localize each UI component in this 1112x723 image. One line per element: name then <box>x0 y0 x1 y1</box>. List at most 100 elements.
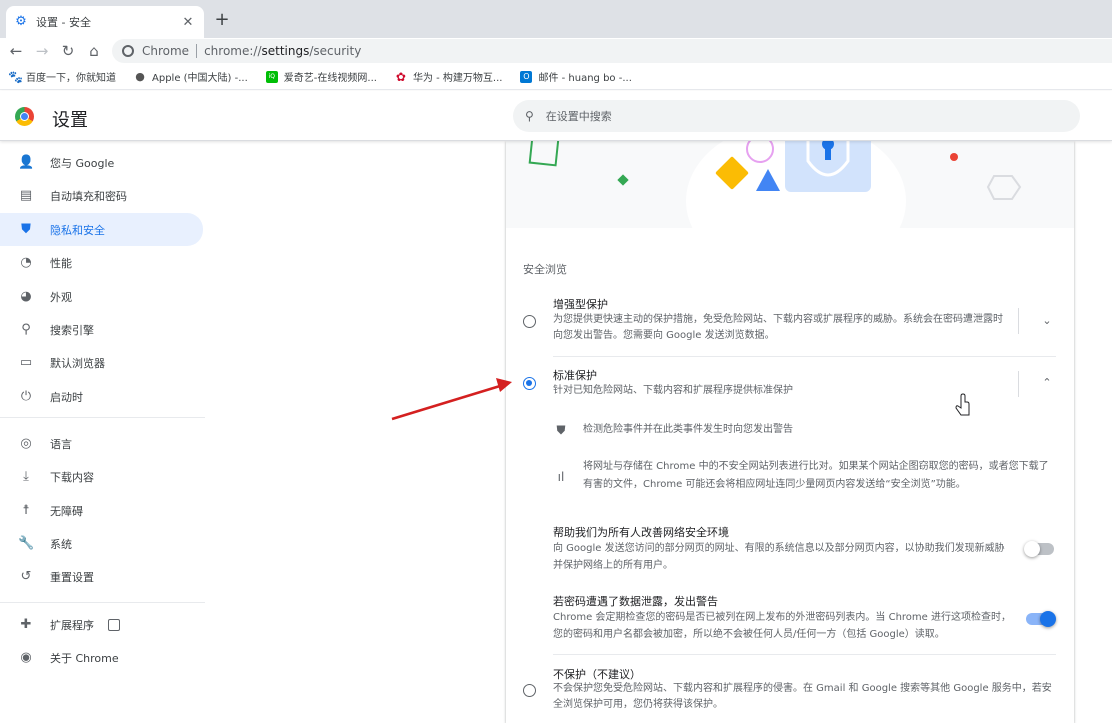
no-protection-title: 不保护（不建议） <box>553 668 641 681</box>
sidebar-item-you-and-google[interactable]: 👤 您与 Google <box>0 146 203 179</box>
sidebar-item-label: 系统 <box>50 537 72 551</box>
sidebar-item-label: 重置设置 <box>50 570 94 584</box>
red-arrow-annotation <box>391 378 512 421</box>
chrome-site-icon <box>122 45 134 57</box>
sidebar-item-label: 语言 <box>50 437 72 451</box>
apple-icon: ● <box>135 69 145 83</box>
home-icon[interactable]: ⌂ <box>84 41 104 61</box>
palette-icon: ◕ <box>20 288 32 304</box>
bookmark-label: 爱奇艺-在线视频网... <box>283 73 377 84</box>
enhanced-protection-radio[interactable] <box>523 315 536 328</box>
standard-protection-title: 标准保护 <box>553 369 597 382</box>
enhanced-protection-option[interactable]: 增强型保护 为您提供更快速主动的保护措施，免受危险网站、下载内容或扩展程序的威胁… <box>506 291 1074 351</box>
history-icon: ↺ <box>20 568 32 584</box>
divider <box>196 44 198 58</box>
address-bar[interactable]: Chrome chrome://settings/security <box>112 39 1112 63</box>
open-in-new-icon <box>108 618 120 631</box>
password-breach-toggle[interactable] <box>1026 611 1056 627</box>
search-icon: ⚲ <box>21 321 31 337</box>
toggle-knob <box>1024 541 1040 557</box>
sidebar-item-autofill[interactable]: ▤ 自动填充和密码 <box>0 179 203 212</box>
sidebar-item-system[interactable]: 🔧 系统 <box>0 527 203 560</box>
speedometer-icon: ◔ <box>20 254 32 270</box>
puzzle-icon: ✚ <box>20 616 32 632</box>
sidebar-item-on-startup[interactable]: ⏻ 启动时 <box>0 380 203 413</box>
improve-security-title: 帮助我们为所有人改善网络安全环境 <box>553 526 729 539</box>
chevron-down-icon[interactable]: ⌄ <box>1039 313 1055 329</box>
bookmark-item[interactable]: iQ 爱奇艺-在线视频网... <box>265 69 377 84</box>
sidebar-item-label: 外观 <box>50 290 72 304</box>
new-tab-button[interactable]: + <box>212 10 232 30</box>
improve-security-toggle[interactable] <box>1024 541 1054 557</box>
divider <box>1018 308 1019 334</box>
clipboard-icon: ▤ <box>19 187 33 203</box>
no-protection-option[interactable]: 不保护（不建议） 不会保护您免受危险网站、下载内容和扩展程序的侵害。在 Gmai… <box>506 661 1074 723</box>
sidebar-item-label: 搜索引擎 <box>50 323 94 337</box>
sidebar-item-accessibility[interactable]: ☨ 无障碍 <box>0 494 203 527</box>
section-title-safe-browsing: 安全浏览 <box>523 263 567 276</box>
bar-chart-icon: ıl <box>557 470 565 484</box>
search-placeholder: 在设置中搜索 <box>545 110 612 123</box>
no-protection-radio[interactable] <box>523 684 536 697</box>
sidebar-divider <box>0 602 205 603</box>
standard-detail-2: 将网址与存储在 Chrome 中的不安全网站列表进行比对。如果某个网站企图窃取您… <box>583 461 1049 490</box>
bookmark-item[interactable]: ● Apple (中国大陆) -... <box>134 69 248 84</box>
chrome-icon: ◉ <box>20 649 32 665</box>
toolbar: ← → ↻ ⌂ Chrome chrome://settings/securit… <box>0 38 1112 64</box>
sidebar-item-about-chrome[interactable]: ◉ 关于 Chrome <box>0 641 203 674</box>
sidebar-item-label: 扩展程序 <box>50 618 94 632</box>
sidebar-item-downloads[interactable]: ⤓ 下载内容 <box>0 460 203 493</box>
outlook-icon: O <box>520 70 533 83</box>
site-chip: Chrome <box>142 44 190 58</box>
sidebar-item-search-engine[interactable]: ⚲ 搜索引擎 <box>0 313 203 346</box>
close-icon[interactable]: ✕ <box>180 15 196 30</box>
wrench-icon: 🔧 <box>18 535 35 551</box>
tab-settings[interactable]: ⚙ 设置 - 安全 ✕ <box>6 6 204 38</box>
bookmark-item[interactable]: O 邮件 - huang bo -... <box>520 69 632 84</box>
sidebar-item-label: 默认浏览器 <box>50 356 105 370</box>
browser-icon: ▭ <box>19 354 33 370</box>
search-icon: ⚲ <box>525 109 534 123</box>
sidebar-item-label: 启动时 <box>50 390 83 404</box>
standard-detail-1: 检测危险事件并在此类事件发生时向您发出警告 <box>583 424 793 435</box>
chevron-up-icon[interactable]: ⌃ <box>1039 375 1055 391</box>
enhanced-protection-desc: 为您提供更快速主动的保护措施，免受危险网站、下载内容或扩展程序的威胁。系统会在密… <box>553 314 1003 341</box>
sidebar-item-label: 自动填充和密码 <box>50 189 127 203</box>
iqiyi-icon: iQ <box>265 70 278 83</box>
sidebar-item-label: 性能 <box>50 256 72 270</box>
baidu-icon: 🐾 <box>8 69 23 84</box>
illustration-graphic <box>528 141 1022 228</box>
sidebar-item-appearance[interactable]: ◕ 外观 <box>0 280 203 313</box>
no-protection-desc: 不会保护您免受危险网站、下载内容和扩展程序的侵害。在 Gmail 和 Googl… <box>553 683 1052 710</box>
shield-icon: ⛊ <box>556 423 566 437</box>
divider <box>553 654 1056 655</box>
settings-search-input[interactable]: ⚲ 在设置中搜索 <box>513 100 1080 132</box>
settings-header: 设置 ⚲ 在设置中搜索 <box>0 91 1112 141</box>
divider <box>553 356 1056 357</box>
power-icon: ⏻ <box>20 388 32 404</box>
sidebar-item-reset[interactable]: ↺ 重置设置 <box>0 560 203 593</box>
sidebar-item-performance[interactable]: ◔ 性能 <box>0 246 203 279</box>
improve-security-desc: 向 Google 发送您访问的部分网页的网址、有限的系统信息以及部分网页内容，以… <box>553 543 1005 571</box>
sidebar-item-default-browser[interactable]: ▭ 默认浏览器 <box>0 346 203 379</box>
enhanced-protection-title: 增强型保护 <box>553 298 608 311</box>
tab-strip: ⚙ 设置 - 安全 ✕ + <box>0 0 1112 38</box>
huawei-icon: ✿ <box>395 69 406 84</box>
bookmark-label: 华为 - 构建万物互... <box>412 73 503 84</box>
bookmark-item[interactable]: ✿ 华为 - 构建万物互... <box>395 69 503 85</box>
sidebar-item-label: 您与 Google <box>50 156 115 170</box>
sidebar-item-extensions[interactable]: ✚ 扩展程序 <box>0 608 203 641</box>
bookmarks-bar: 🐾 百度一下，你就知道 ● Apple (中国大陆) -... iQ 爱奇艺-在… <box>0 64 1112 90</box>
standard-protection-option[interactable]: 标准保护 针对已知危险网站、下载内容和扩展程序提供标准保护 ⌃ <box>506 363 1074 403</box>
person-icon: 👤 <box>18 154 35 170</box>
tab-title: 设置 - 安全 <box>36 16 91 29</box>
sidebar-item-languages[interactable]: ◎ 语言 <box>0 427 203 460</box>
back-arrow-icon[interactable]: ← <box>6 41 26 61</box>
bookmark-item[interactable]: 🐾 百度一下，你就知道 <box>8 69 116 85</box>
download-icon: ⤓ <box>23 468 29 484</box>
standard-protection-radio[interactable] <box>523 377 536 390</box>
gear-icon: ⚙ <box>15 14 27 29</box>
sidebar-item-privacy[interactable]: ⛊ 隐私和安全 <box>0 213 203 246</box>
reload-icon[interactable]: ↻ <box>58 41 78 61</box>
forward-arrow-icon[interactable]: → <box>32 41 52 61</box>
